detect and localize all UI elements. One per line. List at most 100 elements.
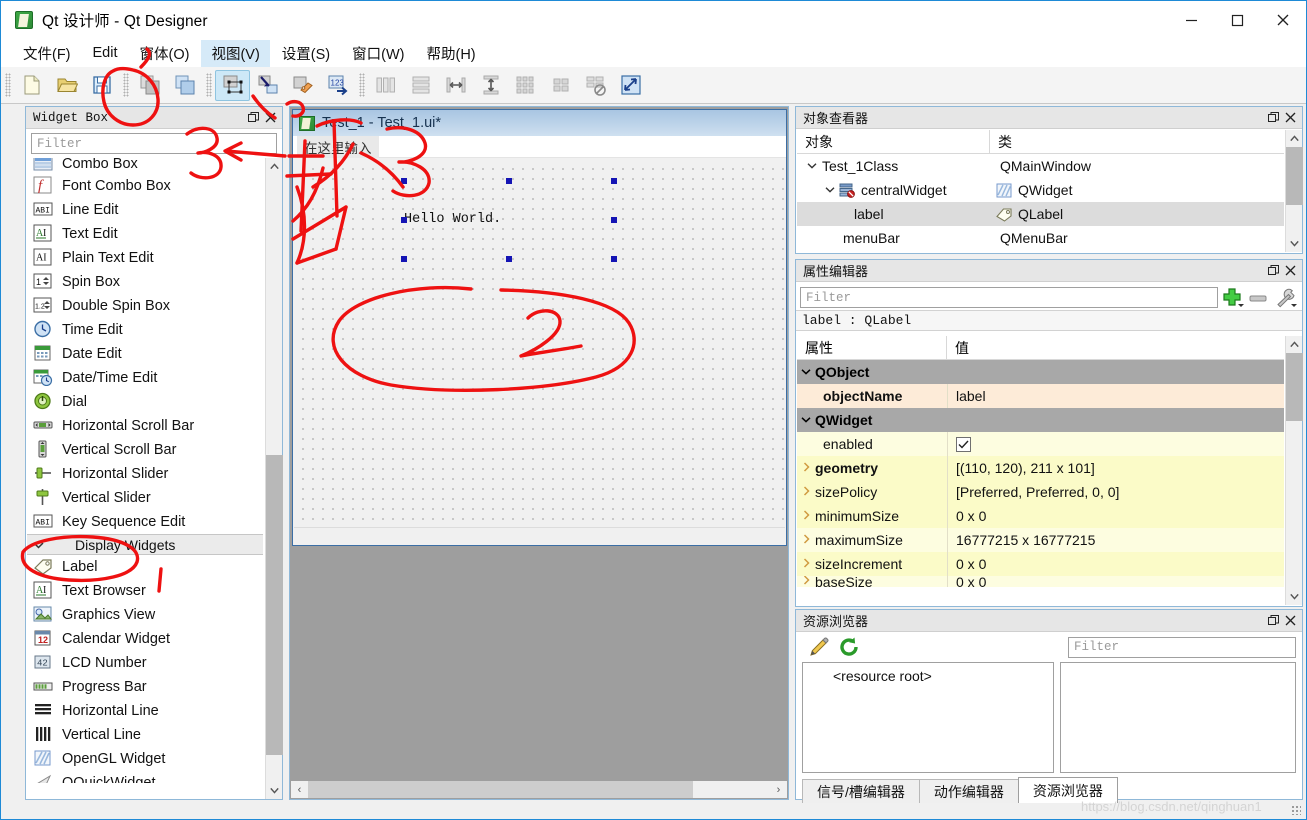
- widget-item-vertical-slider[interactable]: Vertical Slider: [27, 486, 263, 510]
- property-value[interactable]: [Preferred, Preferred, 0, 0]: [947, 480, 1284, 504]
- property-row-geometry[interactable]: geometry [(110, 120), 211 x 101]: [797, 456, 1284, 480]
- scrollbar-thumb[interactable]: [1286, 353, 1303, 421]
- selection-handle-sw[interactable]: [401, 256, 407, 262]
- float-icon[interactable]: [1265, 612, 1282, 630]
- selection-handle-w[interactable]: [401, 217, 407, 223]
- undo-icon[interactable]: [132, 70, 167, 101]
- widget-item-time-edit[interactable]: Time Edit: [27, 318, 263, 342]
- mdi-horizontal-scrollbar[interactable]: ‹ ›: [291, 781, 787, 798]
- resource-filter-input[interactable]: Filter: [1068, 637, 1296, 658]
- property-row-maximumsize[interactable]: maximumSize 16777215 x 16777215: [797, 528, 1284, 552]
- break-layout-icon[interactable]: [578, 70, 613, 101]
- widget-item-combo-box[interactable]: Combo Box: [27, 158, 263, 174]
- scroll-up-arrow[interactable]: [1286, 130, 1302, 147]
- object-inspector-scrollbar[interactable]: [1285, 130, 1302, 252]
- form-canvas[interactable]: Hello World.: [294, 160, 785, 527]
- layout-in-splitter-v-icon[interactable]: [473, 70, 508, 101]
- widget-item-vertical-scroll-bar[interactable]: Vertical Scroll Bar: [27, 438, 263, 462]
- layout-in-grid-icon[interactable]: [543, 70, 578, 101]
- pencil-icon[interactable]: [808, 636, 830, 658]
- edit-tab-order-icon[interactable]: 123: [320, 70, 355, 101]
- property-group-qobject[interactable]: QObject: [797, 360, 1284, 384]
- scroll-down-arrow[interactable]: [1286, 588, 1303, 605]
- widget-box-list[interactable]: Combo Box f Font Combo Box ABI Line Edit…: [27, 158, 263, 783]
- property-row-basesize[interactable]: baseSize 0 x 0: [797, 576, 1284, 587]
- layout-vertically-icon[interactable]: [403, 70, 438, 101]
- layout-in-splitter-h-icon[interactable]: [438, 70, 473, 101]
- widget-item-text-browser[interactable]: AI Text Browser: [27, 579, 263, 603]
- widget-item-date-time-edit[interactable]: Date/Time Edit: [27, 366, 263, 390]
- save-form-icon[interactable]: [84, 70, 119, 101]
- add-icon[interactable]: [1222, 287, 1244, 309]
- property-value[interactable]: 16777215 x 16777215: [947, 528, 1284, 552]
- minimize-button[interactable]: [1168, 1, 1214, 39]
- widget-item-vertical-line[interactable]: Vertical Line: [27, 723, 263, 747]
- layout-horizontally-icon[interactable]: [368, 70, 403, 101]
- scroll-right-arrow[interactable]: ›: [770, 784, 787, 796]
- scrollbar-thumb[interactable]: [266, 455, 283, 755]
- scroll-up-arrow[interactable]: [1286, 336, 1302, 353]
- maximize-button[interactable]: [1214, 1, 1260, 39]
- property-row-sizeincrement[interactable]: sizeIncrement 0 x 0: [797, 552, 1284, 576]
- chevron-down-icon[interactable]: [797, 414, 815, 426]
- selection-handle-e[interactable]: [611, 217, 617, 223]
- scroll-up-arrow[interactable]: [266, 158, 282, 175]
- widget-box-filter-input[interactable]: Filter: [31, 133, 277, 154]
- widget-item-line-edit[interactable]: ABI Line Edit: [27, 198, 263, 222]
- resize-grip[interactable]: [1291, 805, 1301, 815]
- widget-item-lcd-number[interactable]: 42 LCD Number: [27, 651, 263, 675]
- property-row-minimumsize[interactable]: minimumSize 0 x 0: [797, 504, 1284, 528]
- property-value[interactable]: [(110, 120), 211 x 101]: [947, 456, 1284, 480]
- chevron-down-icon[interactable]: [823, 184, 836, 196]
- new-form-icon[interactable]: [14, 70, 49, 101]
- redo-icon[interactable]: [167, 70, 202, 101]
- widget-item-plain-text-edit[interactable]: AI Plain Text Edit: [27, 246, 263, 270]
- wrench-icon[interactable]: [1274, 287, 1298, 309]
- menu-help[interactable]: 帮助(H): [416, 40, 485, 67]
- property-value[interactable]: 0 x 0: [947, 552, 1284, 576]
- close-button[interactable]: [1260, 1, 1306, 39]
- form-window-titlebar[interactable]: Test_1 - Test_1.ui*: [293, 110, 786, 136]
- object-row-menubar[interactable]: menuBar QMenuBar: [797, 226, 1284, 250]
- edit-signals-slots-icon[interactable]: [250, 70, 285, 101]
- widget-item-key-sequence-edit[interactable]: ABI Key Sequence Edit: [27, 510, 263, 534]
- widget-box-scrollbar[interactable]: [265, 158, 282, 799]
- menu-form[interactable]: 窗体(O): [130, 40, 200, 67]
- resource-tree-root[interactable]: <resource root>: [803, 668, 1053, 684]
- scrollbar-thumb[interactable]: [308, 781, 693, 798]
- open-form-icon[interactable]: [49, 70, 84, 101]
- widget-item-label[interactable]: Label: [27, 555, 263, 579]
- reload-icon[interactable]: [838, 636, 860, 658]
- object-row-test1class[interactable]: Test_1Class QMainWindow: [797, 154, 1284, 178]
- enabled-checkbox[interactable]: [956, 437, 971, 452]
- chevron-down-icon[interactable]: [797, 366, 815, 378]
- widget-item-date-edit[interactable]: Date Edit: [27, 342, 263, 366]
- edit-widgets-icon[interactable]: [215, 70, 250, 101]
- property-row-objectname[interactable]: objectName label: [797, 384, 1284, 408]
- widget-item-horizontal-line[interactable]: Horizontal Line: [27, 699, 263, 723]
- widget-item-spin-box[interactable]: 1 Spin Box: [27, 270, 263, 294]
- widget-item-graphics-view[interactable]: Graphics View: [27, 603, 263, 627]
- chevron-right-icon[interactable]: [797, 462, 815, 475]
- widget-item-horizontal-scroll-bar[interactable]: Horizontal Scroll Bar: [27, 414, 263, 438]
- widget-item-double-spin-box[interactable]: 1.2 Double Spin Box: [27, 294, 263, 318]
- menu-settings[interactable]: 设置(S): [272, 40, 340, 67]
- tab-resource-browser[interactable]: 资源浏览器: [1018, 777, 1118, 803]
- property-row-sizepolicy[interactable]: sizePolicy [Preferred, Preferred, 0, 0]: [797, 480, 1284, 504]
- menu-file[interactable]: 文件(F): [13, 40, 81, 67]
- widget-item-progress-bar[interactable]: Progress Bar: [27, 675, 263, 699]
- selection-handle-nw[interactable]: [401, 178, 407, 184]
- widget-item-font-combo-box[interactable]: f Font Combo Box: [27, 174, 263, 198]
- close-icon[interactable]: [1282, 262, 1299, 280]
- close-icon[interactable]: [1282, 612, 1299, 630]
- scrollbar-thumb[interactable]: [1286, 147, 1303, 205]
- close-icon[interactable]: [1282, 109, 1299, 127]
- chevron-right-icon[interactable]: [797, 576, 815, 587]
- float-icon[interactable]: [245, 109, 262, 127]
- widget-item-opengl-widget[interactable]: OpenGL Widget: [27, 747, 263, 771]
- chevron-down-icon[interactable]: [805, 160, 818, 172]
- property-value[interactable]: 0 x 0: [947, 576, 1284, 587]
- selection-handle-se[interactable]: [611, 256, 617, 262]
- toolbar-grip[interactable]: [5, 73, 11, 97]
- form-menu-type-here[interactable]: 在这里输入: [297, 136, 379, 158]
